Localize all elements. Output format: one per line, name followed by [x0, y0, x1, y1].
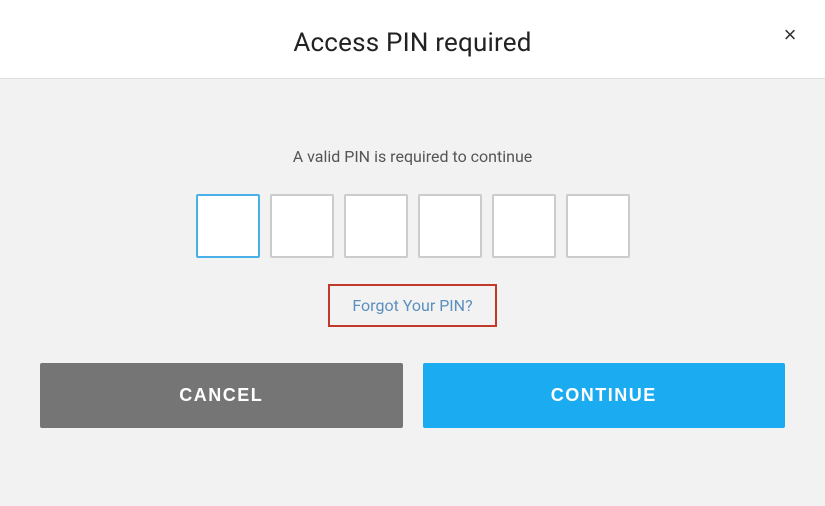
instruction-text: A valid PIN is required to continue: [293, 147, 533, 166]
pin-input-group: [196, 194, 630, 258]
modal-header: Access PIN required ×: [0, 0, 825, 79]
continue-button[interactable]: CONTINUE: [423, 363, 786, 428]
pin-input-6[interactable]: [566, 194, 630, 258]
forgot-pin-button[interactable]: Forgot Your PIN?: [352, 296, 472, 315]
modal-body: A valid PIN is required to continue Forg…: [0, 79, 825, 506]
pin-input-2[interactable]: [270, 194, 334, 258]
modal-title: Access PIN required: [20, 28, 805, 58]
pin-input-1[interactable]: [196, 194, 260, 258]
modal-container: Access PIN required × A valid PIN is req…: [0, 0, 825, 506]
cancel-button[interactable]: CANCEL: [40, 363, 403, 428]
pin-input-3[interactable]: [344, 194, 408, 258]
pin-input-4[interactable]: [418, 194, 482, 258]
pin-input-5[interactable]: [492, 194, 556, 258]
button-row: CANCEL CONTINUE: [40, 363, 785, 428]
forgot-pin-wrapper: Forgot Your PIN?: [328, 284, 496, 327]
close-button[interactable]: ×: [775, 20, 805, 50]
